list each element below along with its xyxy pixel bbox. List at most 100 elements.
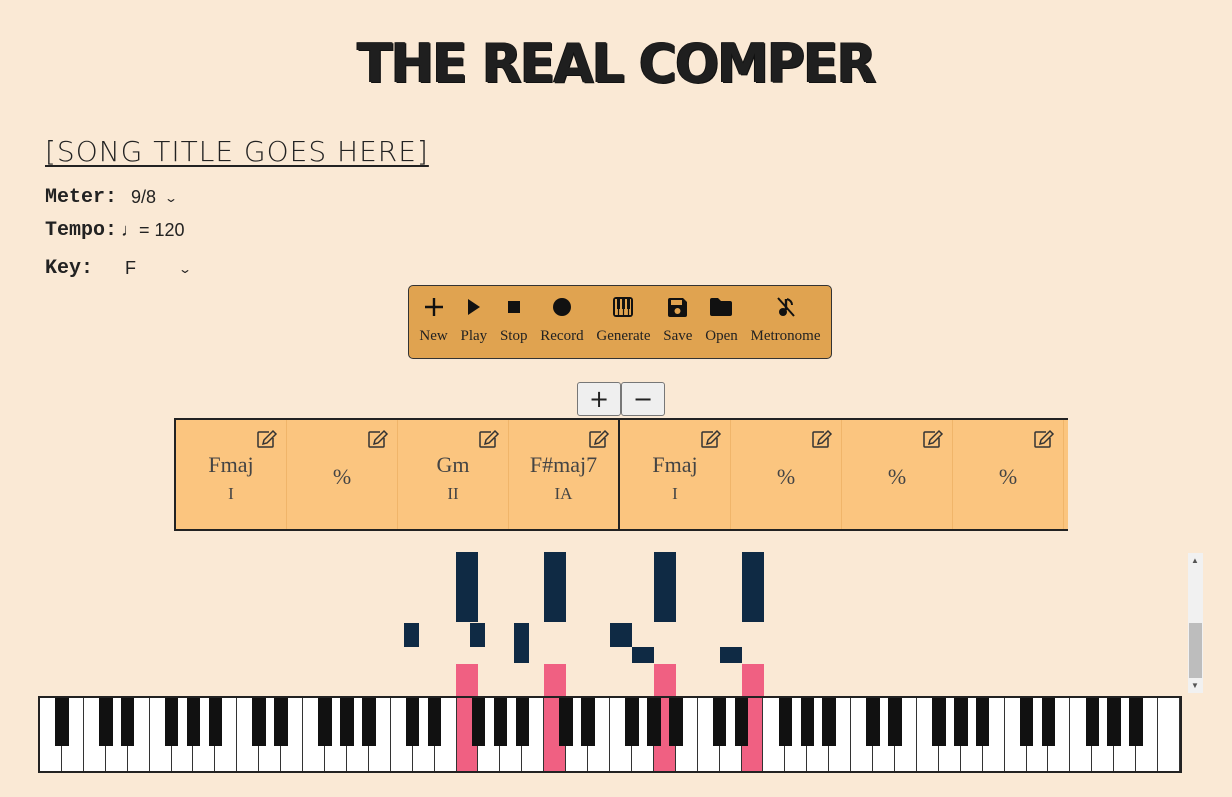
black-key[interactable] [1129, 698, 1143, 746]
stop-icon [506, 292, 522, 322]
black-key[interactable] [1019, 698, 1034, 746]
note-block[interactable] [610, 623, 632, 647]
note-block[interactable] [470, 623, 485, 647]
black-key[interactable] [800, 698, 815, 746]
black-key[interactable] [822, 698, 836, 746]
black-key[interactable] [975, 698, 990, 746]
note-block[interactable] [514, 623, 529, 647]
black-key[interactable] [164, 698, 179, 746]
measure-cell[interactable]: F#maj7 IA [509, 420, 620, 529]
stop-button[interactable]: Stop [500, 292, 527, 345]
black-key[interactable] [647, 698, 661, 746]
open-button[interactable]: Open [705, 292, 738, 345]
piano-keyboard[interactable] [38, 696, 1182, 773]
chord-name: Gm [436, 451, 470, 477]
black-key[interactable] [932, 698, 946, 746]
repeat-symbol: % [332, 463, 352, 489]
song-title[interactable]: [SONG TITLE GOES HERE] [45, 135, 429, 168]
meter-select[interactable]: 9/8 ⌄ [127, 185, 180, 210]
note-block[interactable] [654, 552, 676, 622]
active-note [544, 664, 566, 697]
note-block[interactable] [742, 552, 764, 622]
measure-cell[interactable]: Fmaj I [620, 420, 731, 529]
edit-icon[interactable] [367, 429, 389, 454]
zoom-in-button[interactable]: + [577, 382, 621, 416]
white-key[interactable] [1158, 698, 1180, 771]
black-key[interactable] [55, 698, 69, 746]
black-key[interactable] [712, 698, 727, 746]
edit-icon[interactable] [256, 429, 278, 454]
black-key[interactable] [888, 698, 902, 746]
black-key[interactable] [1041, 698, 1056, 746]
black-key[interactable] [866, 698, 880, 746]
note-block[interactable] [404, 623, 419, 647]
black-key[interactable] [405, 698, 420, 746]
scroll-up-icon[interactable]: ▲ [1191, 556, 1199, 565]
repeat-symbol: % [887, 463, 907, 489]
edit-icon[interactable] [922, 429, 944, 454]
key-value: F [125, 258, 137, 278]
roman-numeral: I [228, 483, 234, 503]
black-key[interactable] [515, 698, 530, 746]
edit-icon[interactable] [1033, 429, 1055, 454]
key-label: Key: [45, 257, 94, 280]
record-button[interactable]: Record [540, 292, 584, 345]
black-key[interactable] [581, 698, 595, 746]
new-button[interactable]: New [419, 292, 448, 345]
measure-cell[interactable]: % [287, 420, 398, 529]
black-key[interactable] [362, 698, 376, 746]
measure-cell[interactable]: % [953, 420, 1064, 529]
edit-icon[interactable] [478, 429, 500, 454]
black-key[interactable] [625, 698, 639, 746]
black-key[interactable] [120, 698, 135, 746]
generate-button[interactable]: Generate [596, 292, 651, 345]
black-key[interactable] [559, 698, 573, 746]
scroll-down-icon[interactable]: ▼ [1191, 681, 1199, 690]
black-key[interactable] [1085, 698, 1100, 746]
save-label: Save [663, 328, 693, 344]
black-key[interactable] [1107, 698, 1121, 746]
black-key[interactable] [252, 698, 266, 746]
black-key[interactable] [953, 698, 968, 746]
edit-icon[interactable] [700, 429, 722, 454]
save-button[interactable]: Save [663, 292, 692, 345]
key-select[interactable]: F ⌄ [121, 256, 194, 281]
play-icon [466, 292, 482, 322]
piano-roll-scrollbar[interactable]: ▲ ▼ [1188, 553, 1203, 693]
black-key[interactable] [427, 698, 442, 746]
black-key[interactable] [668, 698, 683, 746]
measure-cell[interactable]: % [731, 420, 842, 529]
new-label: New [419, 328, 448, 344]
note-block[interactable] [514, 647, 529, 663]
note-block[interactable] [456, 552, 478, 622]
chord-name: Fmaj [652, 451, 698, 477]
note-block[interactable] [720, 647, 742, 663]
edit-icon[interactable] [588, 429, 610, 454]
black-key[interactable] [98, 698, 113, 746]
note-block[interactable] [632, 647, 654, 663]
black-key[interactable] [493, 698, 508, 746]
edit-icon[interactable] [811, 429, 833, 454]
scrollbar-thumb[interactable] [1189, 623, 1202, 678]
measure-cell[interactable]: % [842, 420, 953, 529]
zoom-out-button[interactable]: − [621, 382, 665, 416]
roman-numeral: I [672, 483, 678, 503]
quarter-note-icon: ♩ [121, 220, 140, 240]
black-key[interactable] [318, 698, 332, 746]
roman-numeral: IA [554, 483, 573, 503]
black-key[interactable] [274, 698, 288, 746]
black-key[interactable] [208, 698, 223, 746]
tempo-value[interactable]: = 120 [139, 220, 185, 241]
black-key[interactable] [471, 698, 486, 746]
piano-roll[interactable] [38, 552, 1182, 697]
note-block[interactable] [544, 552, 566, 622]
play-button[interactable]: Play [461, 292, 487, 345]
black-key[interactable] [734, 698, 749, 746]
black-key[interactable] [186, 698, 201, 746]
metronome-button[interactable]: Metronome [751, 292, 821, 345]
black-key[interactable] [340, 698, 354, 746]
measure-cell[interactable]: Fmaj I [176, 420, 287, 529]
measure-cell[interactable]: Gm II [398, 420, 509, 529]
black-key[interactable] [778, 698, 793, 746]
record-label: Record [540, 328, 584, 344]
